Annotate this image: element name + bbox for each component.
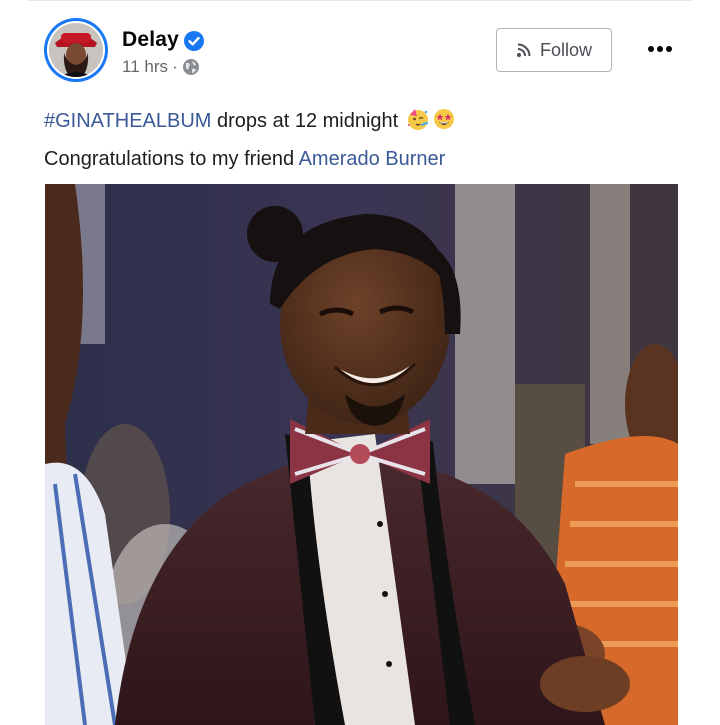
star-struck-emoji <box>433 109 454 129</box>
hashtag-link[interactable]: #GINATHEALBUM <box>44 110 211 132</box>
post-header: Delay 11 hrs · Follow <box>44 18 684 84</box>
avatar[interactable] <box>44 18 108 82</box>
author-name[interactable]: Delay <box>122 28 179 52</box>
more-dots-icon[interactable] <box>640 34 680 64</box>
follow-button[interactable]: Follow <box>496 28 612 72</box>
post-text: #GINATHEALBUM drops at 12 midnight Congr… <box>44 102 684 178</box>
partying-face-emoji <box>407 109 428 130</box>
mention-link[interactable]: Amerado Burner <box>299 148 446 170</box>
globe-icon <box>182 59 199 75</box>
post-text-line-2: Congratulations to my friend Amerado Bur… <box>44 140 684 178</box>
post-text-body-2: Congratulations to my friend <box>44 148 299 170</box>
post-time[interactable]: 11 hrs <box>122 57 168 77</box>
post-photo[interactable] <box>45 184 678 725</box>
post-photo-image <box>45 184 678 725</box>
post-meta: 11 hrs · <box>122 57 200 77</box>
post-text-body: drops at 12 midnight <box>211 110 404 132</box>
follow-label: Follow <box>539 39 592 60</box>
verified-badge-icon <box>184 31 204 51</box>
rss-icon <box>516 43 531 57</box>
meta-separator: · <box>172 57 178 76</box>
post-text-line-1: #GINATHEALBUM drops at 12 midnight <box>44 102 684 140</box>
avatar-image <box>49 23 103 77</box>
top-divider <box>28 0 692 1</box>
